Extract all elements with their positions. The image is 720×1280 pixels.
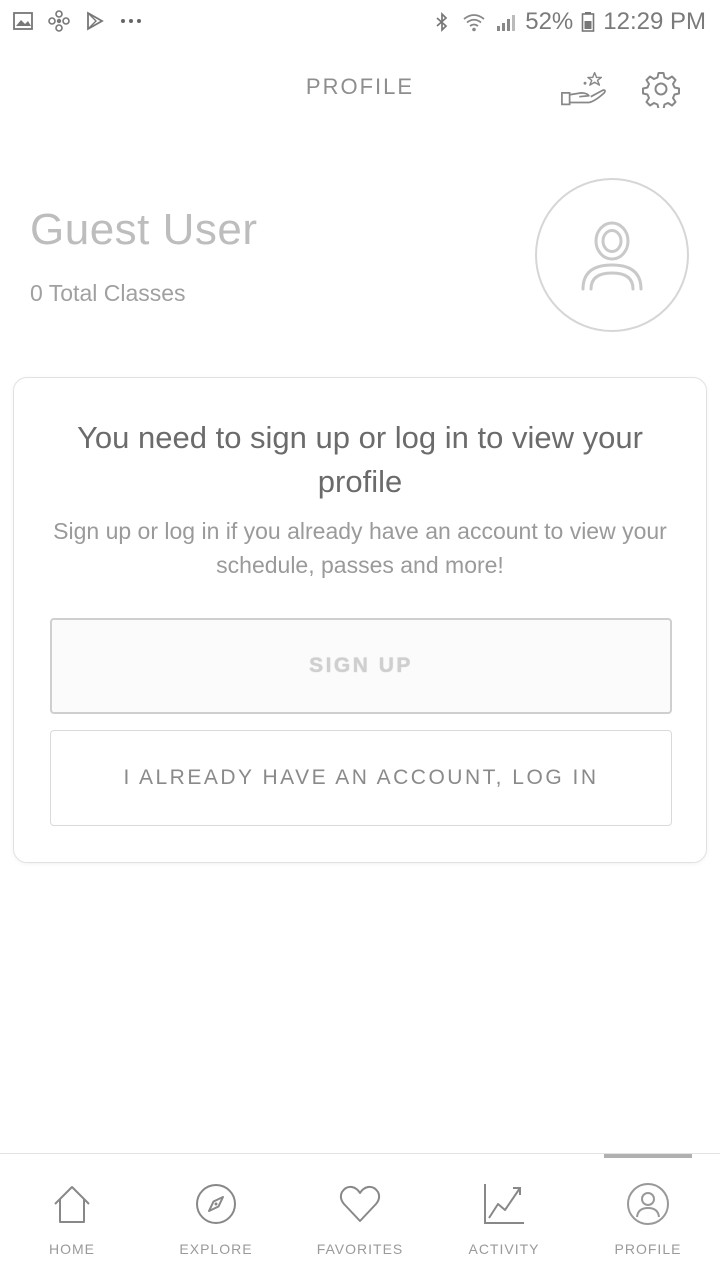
log-in-label: I ALREADY HAVE AN ACCOUNT, LOG IN	[123, 766, 599, 789]
play-store-icon	[87, 11, 104, 31]
nav-label-favorites: FAVORITES	[316, 1241, 404, 1257]
log-in-button[interactable]: I ALREADY HAVE AN ACCOUNT, LOG IN	[50, 730, 672, 826]
rewards-button[interactable]	[560, 66, 610, 112]
user-avatar-icon	[581, 221, 643, 291]
nav-label-explore: EXPLORE	[179, 1241, 253, 1257]
sign-up-label: SIGN UP	[309, 654, 413, 677]
more-dots-icon	[121, 19, 141, 23]
nav-label-profile: PROFILE	[614, 1241, 682, 1257]
app-header: PROFILE	[0, 56, 720, 120]
status-time: 12:29 PM	[603, 8, 706, 35]
nav-label-activity: ACTIVITY	[468, 1241, 540, 1257]
nav-label-home: HOME	[49, 1241, 95, 1257]
status-notifications	[12, 10, 142, 32]
settings-button[interactable]	[636, 66, 686, 112]
wifi-icon	[463, 14, 485, 32]
nav-item-activity[interactable]: ACTIVITY	[432, 1154, 576, 1280]
nav-item-explore[interactable]: EXPLORE	[144, 1154, 288, 1280]
home-icon	[54, 1186, 90, 1223]
auth-prompt-title: You need to sign up or log in to view yo…	[77, 420, 643, 499]
pinwheel-icon	[48, 10, 70, 32]
compass-icon	[196, 1184, 236, 1224]
gear-icon	[642, 72, 680, 108]
status-bar: 52% 12:29 PM	[0, 0, 720, 44]
bottom-nav: HOME EXPLORE FAVORITES ACTIVITY PROFILE	[0, 1153, 720, 1280]
avatar[interactable]	[535, 178, 689, 332]
profile-screen: 52% 12:29 PM PROFILE Guest User 0 Total …	[0, 0, 720, 1280]
signal-icon	[497, 15, 516, 31]
image-icon	[13, 12, 33, 30]
bluetooth-icon	[436, 11, 448, 33]
nav-item-profile[interactable]: PROFILE	[576, 1154, 720, 1280]
total-classes-count: 0 Total Classes	[30, 280, 186, 306]
battery-percent: 52%	[525, 8, 574, 35]
heart-icon	[339, 1185, 381, 1222]
rewards-hand-star-icon	[561, 71, 606, 106]
auth-prompt-subtitle: Sign up or log in if you already have an…	[53, 518, 667, 578]
nav-item-favorites[interactable]: FAVORITES	[288, 1154, 432, 1280]
status-system: 52% 12:29 PM	[431, 8, 706, 36]
chart-icon	[484, 1184, 524, 1224]
auth-prompt-card: You need to sign up or log in to view yo…	[13, 377, 707, 863]
battery-icon	[581, 12, 595, 32]
sign-up-button[interactable]: SIGN UP	[50, 618, 672, 714]
profile-icon	[627, 1183, 669, 1225]
page-title: PROFILE	[305, 74, 415, 99]
profile-name: Guest User	[30, 205, 258, 254]
nav-item-home[interactable]: HOME	[0, 1154, 144, 1280]
